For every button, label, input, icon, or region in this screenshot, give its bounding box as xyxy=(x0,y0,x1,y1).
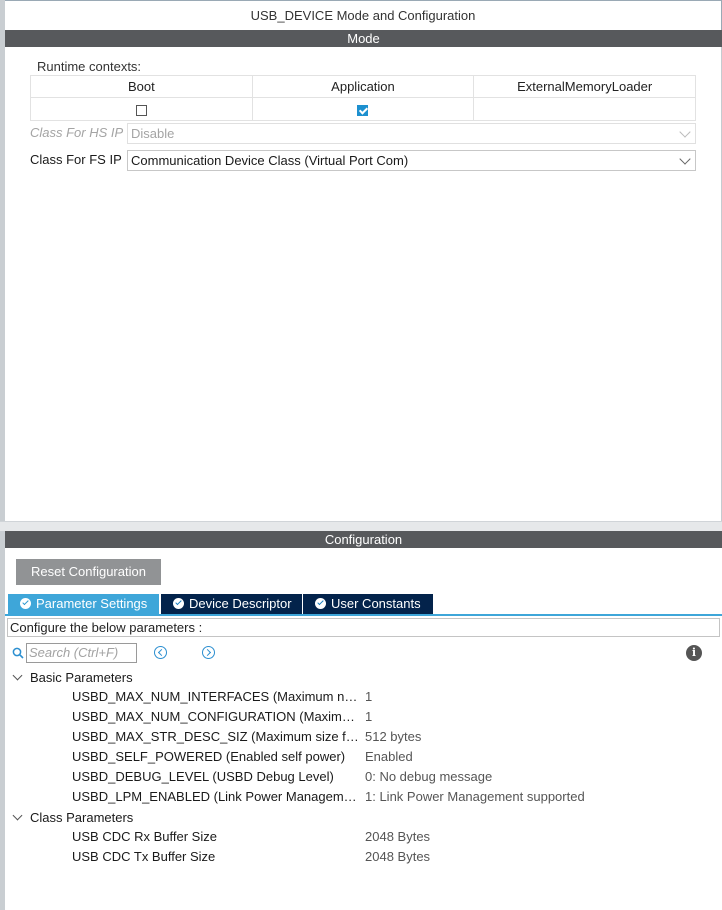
param-row[interactable]: USB CDC Rx Buffer Size 2048 Bytes xyxy=(72,827,712,847)
check-circle-icon xyxy=(173,598,184,609)
tab-parameter-settings[interactable]: Parameter Settings xyxy=(8,594,159,614)
panel-splitter[interactable] xyxy=(0,521,722,531)
group-class-parameters[interactable]: Class Parameters xyxy=(12,810,134,825)
param-row[interactable]: USBD_LPM_ENABLED (Link Power Management … xyxy=(72,787,712,807)
tab-label: User Constants xyxy=(331,596,421,611)
runtime-contexts-table: Boot Application ExternalMemoryLoader xyxy=(30,75,696,121)
search-input[interactable]: Search (Ctrl+F) xyxy=(26,643,137,663)
context-cell-boot xyxy=(30,97,253,121)
param-value: 2048 Bytes xyxy=(365,829,431,844)
param-row[interactable]: USBD_SELF_POWERED (Enabled self power) E… xyxy=(72,747,712,767)
param-value: 1 xyxy=(365,709,373,724)
param-value: Enabled xyxy=(365,749,413,764)
param-name: USBD_DEBUG_LEVEL (USBD Debug Level) xyxy=(72,769,334,784)
group-basic-parameters[interactable]: Basic Parameters xyxy=(12,670,133,685)
configuration-section-header: Configuration xyxy=(5,531,722,548)
param-row[interactable]: USBD_DEBUG_LEVEL (USBD Debug Level) 0: N… xyxy=(72,767,712,787)
param-name: USB CDC Tx Buffer Size xyxy=(72,849,216,864)
tab-underline xyxy=(5,614,722,616)
tab-device-descriptor[interactable]: Device Descriptor xyxy=(161,594,302,614)
context-header-boot: Boot xyxy=(30,75,253,98)
info-icon[interactable]: i xyxy=(686,645,702,661)
class-fs-ip-label: Class For FS IP xyxy=(30,152,122,167)
param-value: 1: Link Power Management supported xyxy=(365,789,585,804)
next-match-button[interactable] xyxy=(202,646,215,659)
previous-match-button[interactable] xyxy=(154,646,167,659)
arrow-right-icon xyxy=(203,648,212,657)
mode-section-header: Mode xyxy=(5,30,722,47)
chevron-down-icon xyxy=(679,153,691,165)
param-name: USBD_MAX_NUM_INTERFACES (Maximum number … xyxy=(72,689,362,704)
param-row[interactable]: USB CDC Tx Buffer Size 2048 Bytes xyxy=(72,847,712,867)
class-hs-ip-select[interactable]: Disable xyxy=(127,123,696,144)
context-header-external-memory-loader: ExternalMemoryLoader xyxy=(473,75,696,98)
class-fs-ip-value: Communication Device Class (Virtual Port… xyxy=(131,153,409,168)
param-value: 2048 Bytes xyxy=(365,849,431,864)
param-name: USBD_LPM_ENABLED (Link Power Management … xyxy=(72,789,362,804)
boot-checkbox[interactable] xyxy=(135,104,147,116)
param-name: USBD_MAX_NUM_CONFIGURATION (Maximum numb… xyxy=(72,709,362,724)
window-title: USB_DEVICE Mode and Configuration xyxy=(5,0,722,30)
chevron-down-icon xyxy=(679,126,691,138)
param-value: 1 xyxy=(365,689,373,704)
runtime-contexts-label: Runtime contexts: xyxy=(37,59,142,74)
class-hs-ip-value: Disable xyxy=(131,126,175,141)
param-row[interactable]: USBD_MAX_NUM_INTERFACES (Maximum number … xyxy=(72,687,712,707)
context-header-application: Application xyxy=(251,75,475,98)
group-label: Class Parameters xyxy=(30,810,134,825)
configure-hint: Configure the below parameters : xyxy=(7,618,720,637)
search-icon xyxy=(12,647,24,659)
check-circle-icon xyxy=(20,598,31,609)
chevron-down-icon xyxy=(12,810,23,821)
param-value: 512 bytes xyxy=(365,729,422,744)
param-row[interactable]: USBD_MAX_STR_DESC_SIZ (Maximum size for … xyxy=(72,727,712,747)
reset-configuration-button[interactable]: Reset Configuration xyxy=(16,559,161,585)
group-label: Basic Parameters xyxy=(30,670,133,685)
check-circle-icon xyxy=(315,598,326,609)
param-name: USB CDC Rx Buffer Size xyxy=(72,829,217,844)
param-name: USBD_SELF_POWERED (Enabled self power) xyxy=(72,749,346,764)
application-checkbox[interactable] xyxy=(357,104,369,116)
context-cell-application xyxy=(251,97,475,121)
param-value: 0: No debug message xyxy=(365,769,493,784)
param-row[interactable]: USBD_MAX_NUM_CONFIGURATION (Maximum numb… xyxy=(72,707,712,727)
tab-user-constants[interactable]: User Constants xyxy=(303,594,433,614)
tab-label: Device Descriptor xyxy=(189,596,292,611)
class-hs-ip-label: Class For HS IP xyxy=(30,125,124,140)
context-cell-external-memory-loader xyxy=(473,97,696,121)
arrow-left-icon xyxy=(157,648,166,657)
class-fs-ip-select[interactable]: Communication Device Class (Virtual Port… xyxy=(127,150,696,171)
param-name: USBD_MAX_STR_DESC_SIZ (Maximum size for … xyxy=(72,729,362,744)
tab-label: Parameter Settings xyxy=(36,596,148,611)
chevron-down-icon xyxy=(12,670,23,681)
